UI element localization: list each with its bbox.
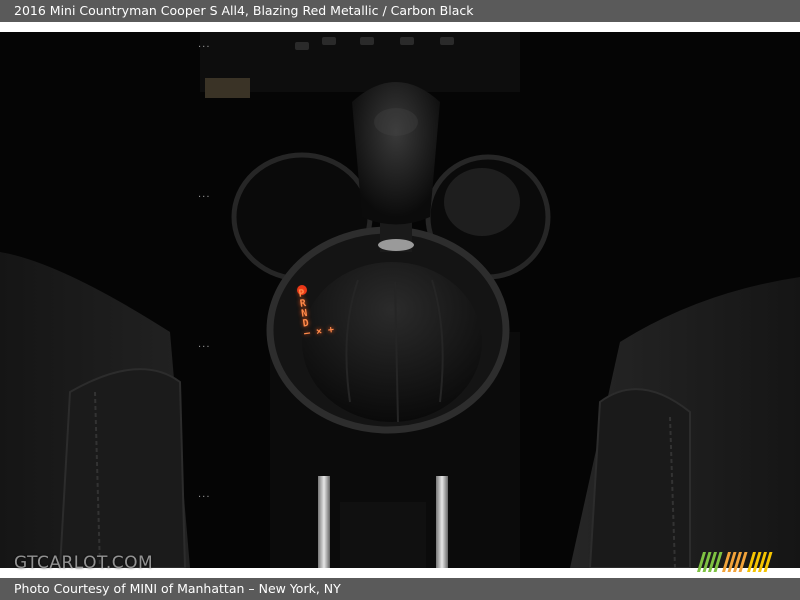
gallery-marker: ···	[198, 492, 211, 503]
car-interior-photo	[0, 32, 800, 568]
gallery-marker: ···	[198, 342, 211, 353]
gallery-marker: ···	[198, 42, 211, 53]
image-title: 2016 Mini Countryman Cooper S All4, Blaz…	[0, 0, 800, 22]
gtcarlot-logo-icon	[697, 552, 773, 572]
photo-credit: Photo Courtesy of MINI of Manhattan – Ne…	[0, 578, 800, 600]
gear-shifter-illustration	[0, 32, 800, 568]
watermark-text: GTCARLOT.COM	[14, 553, 154, 573]
gallery-marker: ···	[198, 192, 211, 203]
